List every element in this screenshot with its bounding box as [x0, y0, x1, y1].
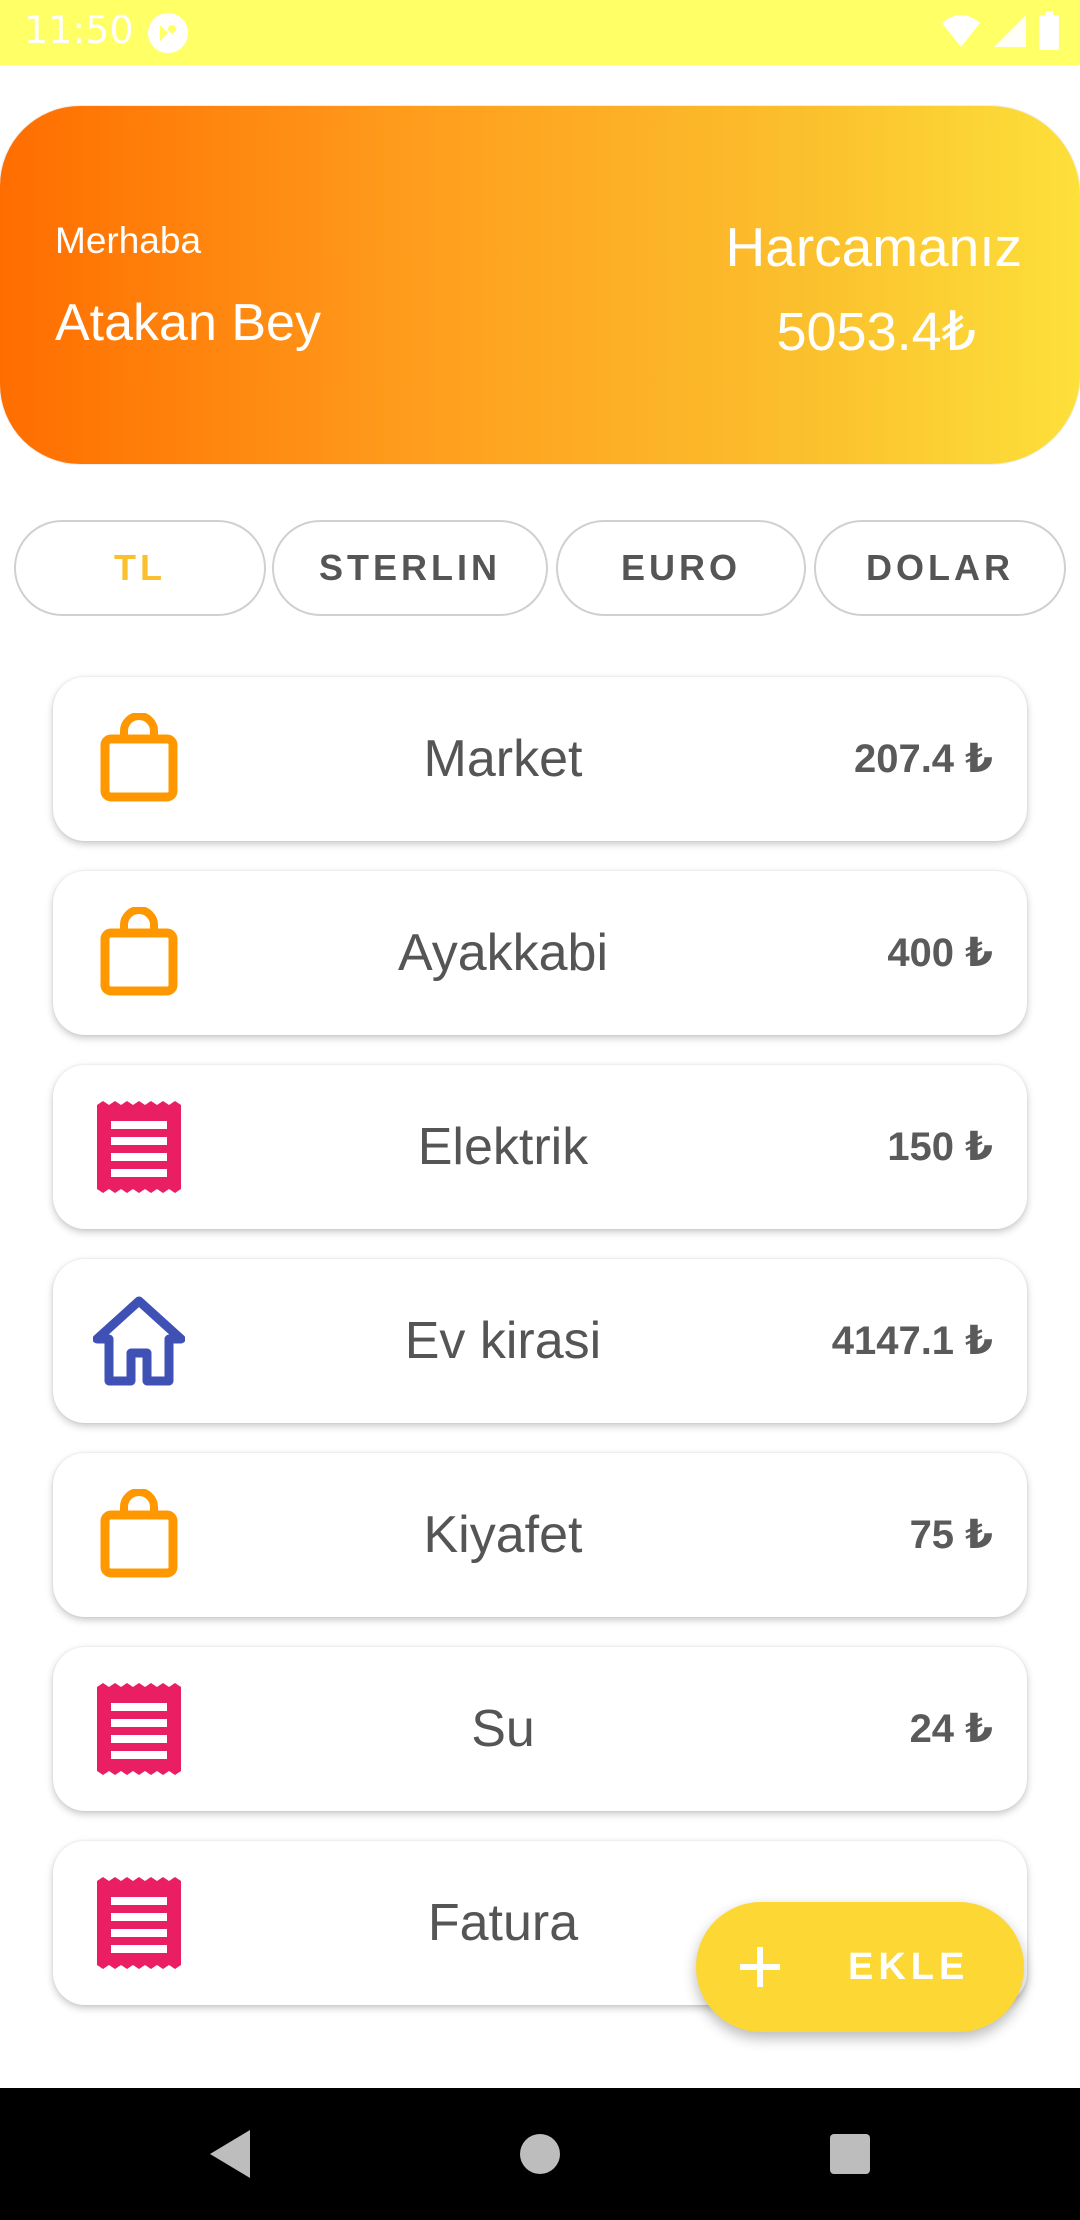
expense-amount: 150 ₺	[887, 1125, 993, 1169]
expense-item[interactable]: Ayakkabi 400 ₺	[53, 871, 1027, 1035]
currency-chip-sterlin[interactable]: STERLIN	[272, 520, 548, 616]
navigation-bar	[0, 2088, 1080, 2220]
spend-total: 5053.4₺	[776, 302, 976, 362]
expense-name: Market	[423, 730, 583, 788]
expense-item[interactable]: Ev kirasi 4147.1 ₺	[53, 1259, 1027, 1423]
currency-chip-tl[interactable]: TL	[14, 520, 266, 616]
expense-item[interactable]: Elektrik 150 ₺	[53, 1065, 1027, 1229]
expense-name: Ayakkabi	[397, 924, 609, 982]
expense-name: Kiyafet	[423, 1506, 583, 1564]
expense-name: Ev kirasi	[404, 1312, 602, 1370]
recents-icon[interactable]	[820, 2124, 880, 2184]
plus-icon	[738, 1945, 782, 1989]
home-icon	[92, 1295, 186, 1387]
expense-amount: 75 ₺	[909, 1513, 993, 1557]
expense-amount: 4147.1 ₺	[831, 1319, 993, 1363]
status-bar: 11:50	[0, 0, 1080, 65]
expense-item[interactable]: Kiyafet 75 ₺	[53, 1453, 1027, 1617]
add-expense-label: EKLE	[848, 1946, 970, 1988]
shopping-bag-icon	[93, 906, 185, 999]
expense-name: Su	[471, 1700, 535, 1758]
shopping-bag-icon	[93, 1488, 185, 1581]
expense-amount: 24 ₺	[909, 1707, 993, 1751]
user-name: Atakan Bey	[55, 294, 321, 352]
app-notification-icon	[148, 13, 188, 53]
currency-chip-dolar[interactable]: DOLAR	[814, 520, 1066, 616]
battery-icon	[1038, 10, 1060, 56]
back-icon[interactable]	[202, 2124, 262, 2184]
expense-item[interactable]: Su 24 ₺	[53, 1647, 1027, 1811]
header-card	[0, 106, 1080, 464]
cellular-signal-icon	[992, 13, 1028, 54]
receipt-icon	[93, 1683, 185, 1775]
expense-item[interactable]: Market 207.4 ₺	[53, 677, 1027, 841]
greeting-label: Merhaba	[55, 220, 202, 261]
receipt-icon	[93, 1877, 185, 1969]
add-expense-button[interactable]: EKLE	[696, 1902, 1024, 2032]
expense-amount: 400 ₺	[887, 931, 993, 975]
screen: 11:50 Merhaba Atakan Bey Harcamanız 5053…	[0, 0, 1080, 2220]
expense-name: Elektrik	[417, 1118, 589, 1176]
receipt-icon	[93, 1101, 185, 1193]
wifi-icon	[940, 13, 982, 54]
status-icons	[940, 10, 1060, 56]
shopping-bag-icon	[93, 712, 185, 805]
expense-amount: 207.4 ₺	[853, 737, 993, 781]
expense-name: Fatura	[427, 1894, 579, 1952]
currency-chip-euro[interactable]: EURO	[556, 520, 806, 616]
spend-title: Harcamanız	[725, 216, 1022, 278]
home-icon[interactable]	[510, 2124, 570, 2184]
status-time: 11:50	[24, 8, 134, 52]
